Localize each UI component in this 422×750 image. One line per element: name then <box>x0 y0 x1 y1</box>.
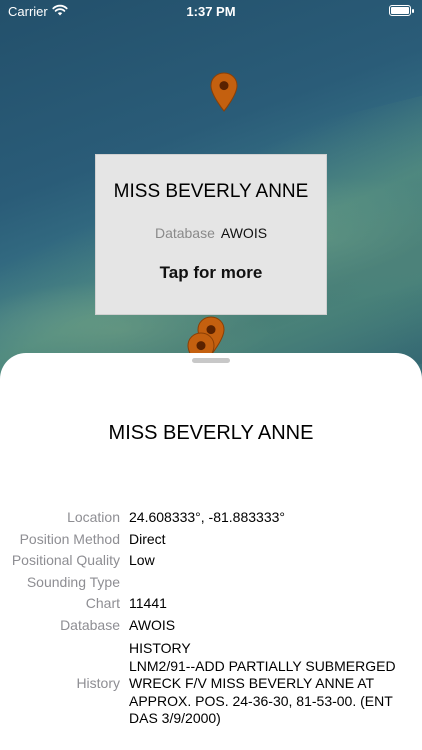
detail-value: Low <box>129 552 155 568</box>
tap-for-more-button[interactable]: Tap for more <box>96 263 326 283</box>
detail-row-position-method: Position Method Direct <box>0 531 422 553</box>
history-text: HISTORY LNM2/91--ADD PARTIALLY SUBMERGED… <box>129 640 396 726</box>
detail-label: Chart <box>85 595 120 611</box>
detail-list: Location 24.608333°, -81.883333° Positio… <box>0 509 422 728</box>
detail-row-positional-quality: Positional Quality Low <box>0 552 422 574</box>
callout-title: MISS BEVERLY ANNE <box>113 181 309 202</box>
detail-row-location: Location 24.608333°, -81.883333° <box>0 509 422 531</box>
detail-label: History <box>76 675 120 692</box>
detail-sheet[interactable]: MISS BEVERLY ANNE Location 24.608333°, -… <box>0 353 422 750</box>
status-bar: Carrier 1:37 PM <box>0 0 422 22</box>
detail-label: Database <box>60 616 120 633</box>
detail-label: Location <box>67 509 120 525</box>
callout-database-label: Database <box>154 225 215 241</box>
sheet-grabber[interactable] <box>192 358 230 363</box>
detail-value <box>129 574 422 596</box>
detail-row-chart: Chart 11441 <box>0 595 422 617</box>
detail-value: 24.608333°, -81.883333° <box>129 509 285 525</box>
callout-database-value: AWOIS <box>220 225 268 241</box>
battery-icon <box>389 5 414 16</box>
map-pin-icon[interactable] <box>210 72 238 112</box>
detail-value: Direct <box>129 530 166 547</box>
map-callout[interactable]: MISS BEVERLY ANNE Database AWOIS Tap for … <box>95 154 327 315</box>
detail-label: Positional Quality <box>11 552 120 568</box>
detail-label: Sounding Type <box>26 573 120 590</box>
detail-row-database: Database AWOIS <box>0 617 422 639</box>
detail-value: AWOIS <box>129 616 176 633</box>
detail-row-sounding-type: Sounding Type <box>0 574 422 596</box>
clock: 1:37 PM <box>186 4 236 19</box>
sheet-title: MISS BEVERLY ANNE <box>108 422 314 444</box>
detail-row-history: History HISTORY LNM2/91--ADD PARTIALLY S… <box>0 640 422 728</box>
detail-value: 11441 <box>129 595 167 611</box>
callout-database: Database AWOIS <box>96 225 326 241</box>
detail-label: Position Method <box>19 530 120 547</box>
